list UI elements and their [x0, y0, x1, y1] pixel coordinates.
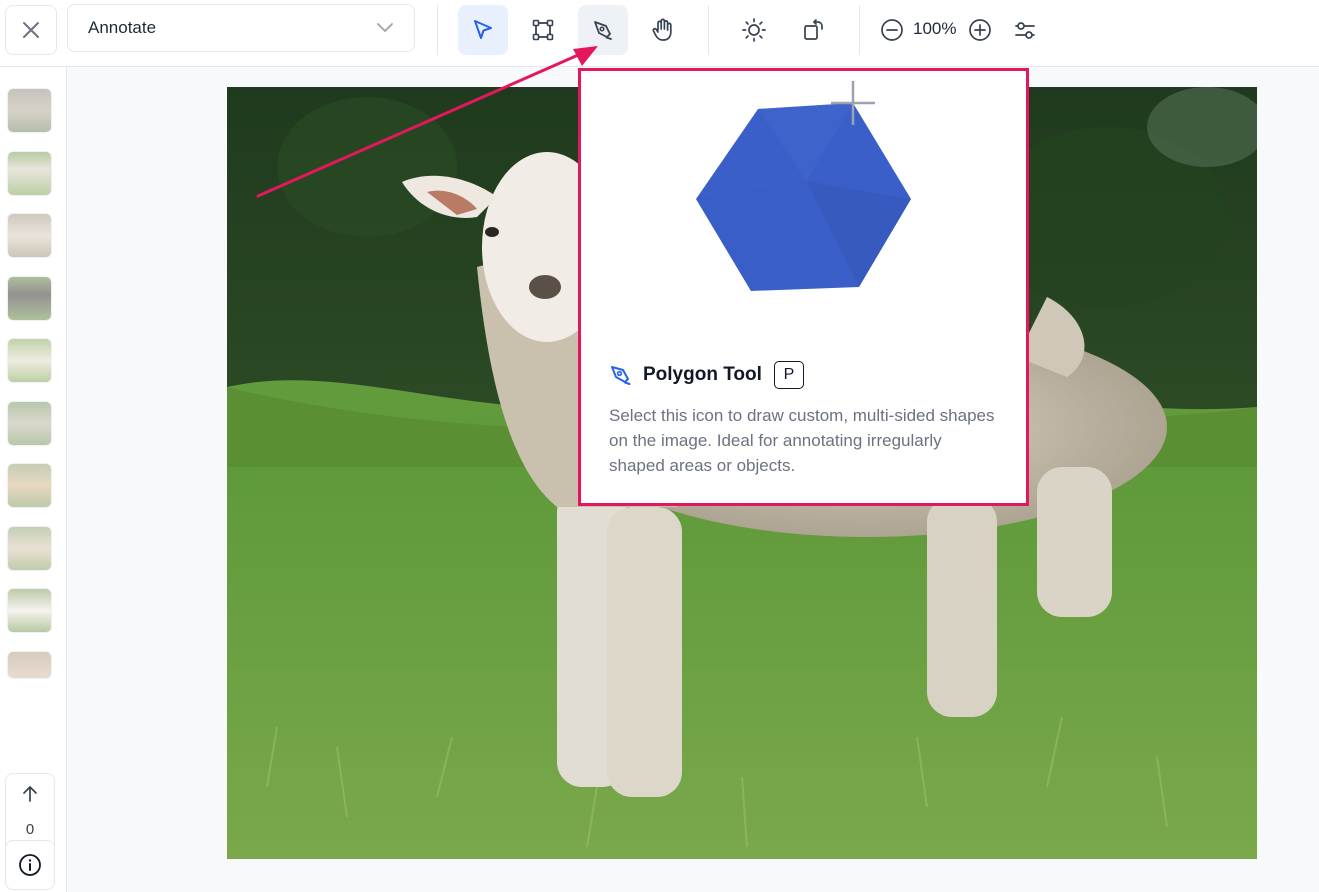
image-thumbnail[interactable]	[7, 213, 52, 258]
chevron-down-icon	[377, 23, 393, 33]
toolbar-divider	[859, 5, 860, 55]
image-thumbnail[interactable]	[7, 588, 52, 633]
close-button[interactable]	[5, 5, 57, 55]
polygon-tool-tooltip: Polygon Tool P Select this icon to draw …	[578, 68, 1029, 506]
polygon-tool-button[interactable]	[578, 5, 628, 55]
pen-nib-icon	[611, 366, 631, 385]
brightness-button[interactable]	[729, 5, 779, 55]
tooltip-title: Polygon Tool	[643, 364, 762, 385]
image-thumbnail[interactable]	[7, 526, 52, 571]
polygon-illustration	[696, 81, 911, 291]
image-thumbnail-sidebar: 0	[0, 67, 67, 892]
pointer-arrow-icon	[474, 20, 492, 39]
toolbar-divider	[708, 5, 709, 55]
image-thumbnail[interactable]	[7, 651, 52, 679]
toolbar-divider	[437, 5, 438, 55]
view-settings-button[interactable]	[1000, 5, 1050, 55]
previous-image-button[interactable]	[18, 782, 42, 806]
top-toolbar: Annotate 100%	[0, 0, 1319, 67]
bounding-box-icon	[532, 19, 554, 41]
zoom-level: 100%	[913, 19, 957, 38]
tooltip-title-row: Polygon Tool P	[609, 361, 804, 389]
rotate-icon	[804, 19, 823, 40]
keyboard-shortcut-badge: P	[773, 361, 804, 389]
image-index: 0	[25, 821, 35, 838]
hand-icon	[652, 18, 672, 41]
zoom-out-icon	[881, 19, 903, 41]
pen-nib-icon	[594, 21, 612, 40]
info-icon	[19, 854, 41, 876]
settings-sliders-icon	[1015, 22, 1035, 39]
image-thumbnail[interactable]	[7, 276, 52, 321]
tooltip-description: Select this icon to draw custom, multi-s…	[609, 406, 995, 475]
brightness-icon	[742, 18, 766, 42]
zoom-in-icon	[969, 19, 991, 41]
mode-select[interactable]: Annotate	[67, 4, 415, 52]
rotate-button[interactable]	[789, 5, 839, 55]
zoom-out-button[interactable]	[867, 5, 917, 55]
zoom-in-button[interactable]	[955, 5, 1005, 55]
pan-tool-button[interactable]	[638, 5, 688, 55]
image-thumbnail[interactable]	[7, 151, 52, 196]
info-button[interactable]	[5, 840, 55, 890]
image-thumbnail[interactable]	[7, 401, 52, 446]
mode-select-label: Annotate	[88, 18, 157, 37]
image-thumbnail[interactable]	[7, 338, 52, 383]
image-thumbnail[interactable]	[7, 88, 52, 133]
bounding-box-tool-button[interactable]	[518, 5, 568, 55]
close-icon	[23, 22, 39, 38]
image-thumbnail[interactable]	[7, 463, 52, 508]
arrow-up-icon	[23, 786, 37, 802]
select-tool-button[interactable]	[458, 5, 508, 55]
